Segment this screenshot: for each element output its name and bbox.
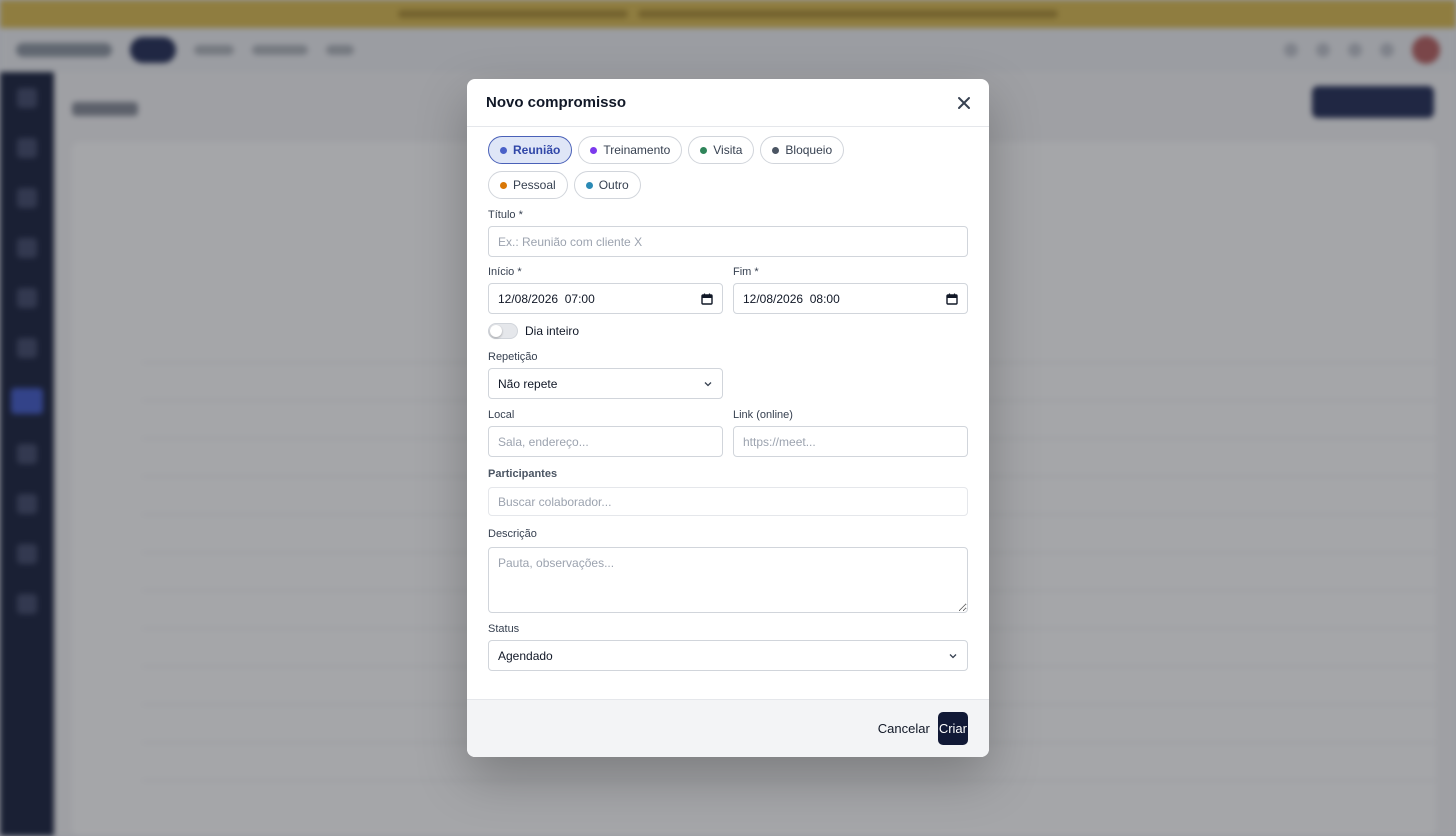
appointment-type-chips: Reunião Treinamento Visita Bloqueio Pessoal O…: [488, 136, 928, 199]
modal-footer: Cancelar Criar: [467, 699, 989, 757]
location-input[interactable]: [488, 426, 723, 457]
new-appointment-modal: Novo compromisso Reunião Treinamento Visit…: [467, 79, 989, 757]
description-label: Descrição: [488, 528, 537, 540]
create-button[interactable]: Criar: [937, 712, 968, 745]
type-chip-label: Treinamento: [603, 143, 671, 157]
all-day-label: Dia inteiro: [525, 324, 580, 338]
chevron-down-icon: [704, 381, 712, 386]
type-chip-bloqueio[interactable]: Bloqueio: [760, 136, 845, 164]
all-day-toggle[interactable]: [488, 323, 518, 339]
repeat-label: Repetição: [488, 351, 538, 363]
modal-header: Novo compromisso: [467, 79, 989, 127]
type-color-dot-icon: [500, 181, 507, 189]
type-chip-label: Visita: [713, 143, 743, 157]
chevron-down-icon: [949, 653, 957, 658]
type-color-dot-icon: [500, 146, 507, 154]
type-chip-pessoal[interactable]: Pessoal: [488, 171, 568, 199]
status-label: Status: [488, 623, 520, 635]
status-value: Agendado: [498, 648, 553, 663]
type-chip-outro[interactable]: Outro: [573, 171, 641, 199]
description-textarea[interactable]: [488, 547, 968, 613]
type-chip-label: Pessoal: [513, 178, 556, 192]
end-label: Fim *: [733, 266, 759, 278]
calendar-icon[interactable]: [701, 293, 713, 305]
type-color-dot-icon: [772, 146, 780, 154]
type-chip-label: Bloqueio: [785, 143, 833, 157]
all-day-row: Dia inteiro: [488, 323, 968, 339]
title-label: Título *: [488, 209, 523, 221]
type-chip-label: Reunião: [513, 143, 561, 157]
start-datetime-input[interactable]: 12/08/2026 07:00: [488, 283, 723, 314]
type-chip-label: Outro: [598, 178, 629, 192]
repeat-value: Não repete: [498, 376, 558, 391]
type-chip-visita[interactable]: Visita: [688, 136, 755, 164]
end-datetime-value: 12/08/2026 08:00: [743, 291, 840, 306]
end-datetime-input[interactable]: 12/08/2026 08:00: [733, 283, 968, 314]
close-button[interactable]: [952, 91, 976, 115]
title-input[interactable]: [488, 226, 968, 257]
type-chip-treinamento[interactable]: Treinamento: [578, 136, 683, 164]
start-datetime-value: 12/08/2026 07:00: [498, 291, 595, 306]
start-label: Início *: [488, 266, 522, 278]
status-select[interactable]: Agendado: [488, 640, 968, 671]
modal-body: Reunião Treinamento Visita Bloqueio Pessoal O…: [467, 127, 989, 699]
link-label: Link (online): [733, 409, 793, 421]
type-chip-reuniao[interactable]: Reunião: [488, 136, 573, 164]
type-color-dot-icon: [585, 181, 593, 189]
type-color-dot-icon: [590, 146, 598, 154]
location-label: Local: [488, 409, 515, 421]
modal-title: Novo compromisso: [486, 94, 627, 111]
participants-label: Participantes: [488, 468, 558, 480]
participants-search-input[interactable]: [488, 487, 968, 516]
close-icon: [958, 96, 970, 109]
link-input[interactable]: [733, 426, 968, 457]
type-color-dot-icon: [700, 146, 708, 154]
calendar-icon[interactable]: [946, 293, 958, 305]
cancel-button[interactable]: Cancelar: [878, 721, 930, 736]
repeat-select[interactable]: Não repete: [488, 368, 723, 399]
